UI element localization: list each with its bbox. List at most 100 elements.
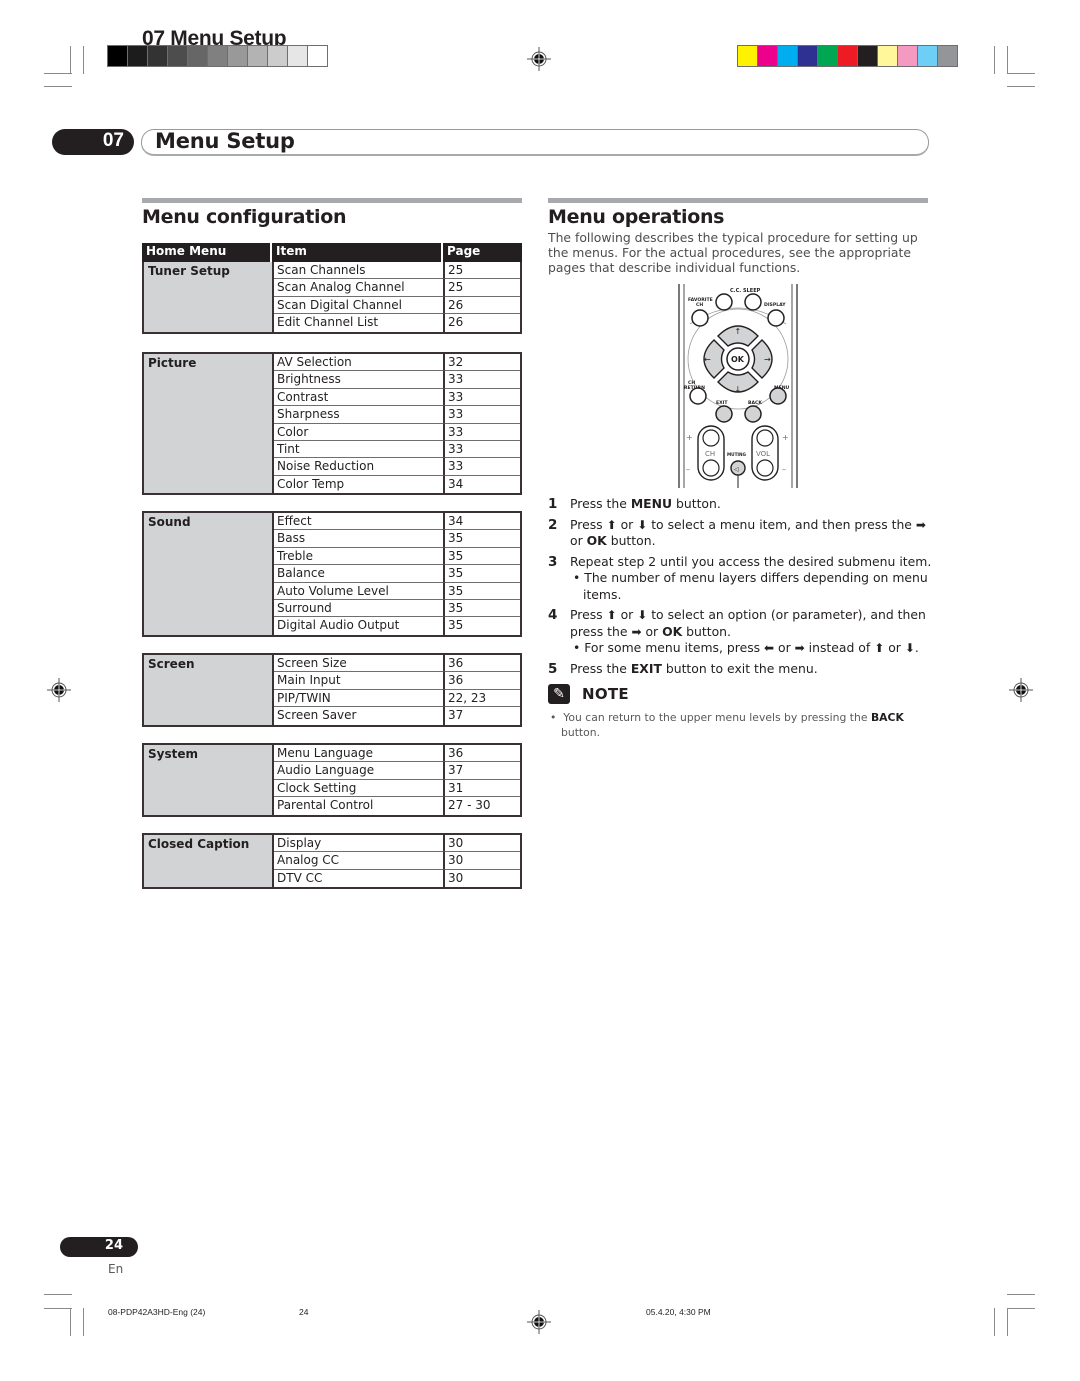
section-rule bbox=[548, 198, 928, 203]
menu-item-page: 26 bbox=[445, 297, 520, 315]
step-text: Press ⬆ or ⬇ to select an option (or par… bbox=[570, 607, 933, 657]
language-code: En bbox=[108, 1262, 124, 1276]
menu-item: Brightness bbox=[274, 371, 445, 389]
menu-item: Menu Language bbox=[274, 745, 445, 763]
chapter-number: 07 bbox=[102, 130, 124, 151]
menu-item: Bass bbox=[274, 530, 445, 548]
step-4: 4 Press ⬆ or ⬇ to select an option (or pa… bbox=[548, 607, 933, 657]
menu-operation-steps: 1 Press the MENU button. 2 Press ⬆ or ⬇ to … bbox=[548, 496, 933, 681]
down-arrow-icon: ↓ bbox=[735, 385, 742, 394]
menu-item: Screen Size bbox=[274, 655, 445, 673]
menu-item: PIP/TWIN bbox=[274, 689, 445, 708]
crop-mark bbox=[1007, 46, 1008, 74]
arrow-icon: ⬆ bbox=[606, 608, 617, 622]
mute-speaker-icon: ◁ bbox=[734, 466, 739, 473]
menu-item-page: 36 bbox=[445, 745, 520, 763]
menu-item: Color bbox=[274, 423, 445, 441]
crop-mark bbox=[1007, 86, 1035, 87]
step-number: 5 bbox=[548, 660, 558, 677]
gray-swatch bbox=[168, 46, 187, 66]
file-name: 08-PDP42A3HD-Eng (24) bbox=[108, 1307, 206, 1317]
menu-table-header: Home Menu Item Page bbox=[142, 243, 522, 262]
chapter-number-badge: 07 bbox=[52, 129, 134, 155]
menu-button bbox=[769, 387, 787, 405]
color-calibration-bar bbox=[737, 45, 958, 67]
menu-item: Digital Audio Output bbox=[274, 617, 445, 635]
step-text: Repeat step 2 until you access the desir… bbox=[570, 553, 932, 602]
menu-item-page: 34 bbox=[448, 476, 464, 491]
crop-mark bbox=[44, 1308, 72, 1309]
ch-label: CH bbox=[705, 450, 715, 458]
menu-item: Scan Analog Channel bbox=[274, 279, 445, 297]
crop-mark bbox=[44, 1294, 72, 1295]
menu-item-page: 33 bbox=[445, 371, 520, 389]
menu-item: Treble bbox=[274, 547, 445, 566]
menu-category: Sound bbox=[144, 513, 274, 635]
color-swatch bbox=[898, 46, 917, 66]
color-swatch bbox=[838, 46, 857, 66]
vol-label: VOL bbox=[756, 450, 770, 458]
menu-table-tuner-setup: Tuner Setup Scan Channels 25 Scan Analog Ch… bbox=[142, 262, 522, 334]
header-home-menu: Home Menu bbox=[142, 243, 272, 262]
menu-item: Scan Channels bbox=[274, 262, 445, 280]
crop-mark bbox=[83, 46, 84, 74]
right-arrow-icon: → bbox=[764, 355, 771, 364]
menu-item: AV Selection bbox=[274, 354, 445, 372]
arrow-icon: ➡ bbox=[794, 641, 805, 655]
menu-item: Color Temp bbox=[274, 475, 445, 494]
menu-item-page: 32 bbox=[445, 354, 520, 372]
crop-mark bbox=[1007, 1308, 1035, 1309]
note-text: • You can return to the upper menu level… bbox=[550, 711, 904, 739]
cc-label: C.C. bbox=[730, 288, 741, 294]
registration-mark-icon bbox=[527, 47, 551, 71]
step-number: 4 bbox=[548, 607, 558, 623]
ok-label: OK bbox=[731, 355, 745, 364]
menu-item: Surround bbox=[274, 599, 445, 618]
color-swatch bbox=[778, 46, 797, 66]
gray-swatch bbox=[228, 46, 247, 66]
menu-item-page: 27 - 30 bbox=[448, 798, 491, 813]
menu-item-page: 35 bbox=[445, 600, 520, 618]
menu-item-page: 35 bbox=[448, 618, 464, 633]
color-swatch bbox=[818, 46, 837, 66]
color-swatch bbox=[758, 46, 777, 66]
menu-item-page: 33 bbox=[445, 424, 520, 441]
crop-mark bbox=[44, 73, 72, 74]
menu-item-page: 35 bbox=[445, 583, 520, 600]
step-3: 3 Repeat step 2 until you access the desi… bbox=[548, 554, 933, 604]
gray-swatch bbox=[128, 46, 147, 66]
menu-item-page: 33 bbox=[445, 406, 520, 424]
grayscale-calibration-bar bbox=[107, 45, 328, 67]
gray-swatch bbox=[308, 46, 327, 66]
left-arrow-icon: ← bbox=[704, 355, 711, 364]
menu-item-page: 37 bbox=[448, 708, 464, 723]
arrow-icon: ⬆ bbox=[874, 641, 885, 655]
menu-category: Closed Caption bbox=[144, 835, 274, 888]
display-label: DISPLAY bbox=[764, 302, 786, 308]
favorite-ch-button bbox=[691, 309, 709, 327]
exit-label: EXIT bbox=[716, 400, 728, 406]
menu-item-page: 36 bbox=[445, 672, 520, 690]
menu-item-page: 26 bbox=[448, 315, 464, 330]
favorite-ch-label: CH bbox=[696, 302, 703, 308]
gray-swatch bbox=[268, 46, 287, 66]
color-swatch bbox=[858, 46, 877, 66]
crop-mark bbox=[1007, 1308, 1008, 1336]
vol-minus-label: – bbox=[782, 465, 786, 474]
menu-category: Picture bbox=[144, 354, 274, 494]
registration-mark-icon bbox=[527, 1310, 551, 1334]
sleep-button bbox=[744, 293, 762, 311]
menu-item-page: 35 bbox=[445, 530, 520, 548]
step-subnote: • The number of menu layers differs depe… bbox=[573, 570, 928, 602]
menu-item: Parental Control bbox=[274, 797, 445, 815]
chapter-title-bar: Menu Setup bbox=[141, 129, 929, 156]
header-page: Page bbox=[447, 244, 481, 258]
menu-category: Screen bbox=[144, 655, 274, 725]
chapter-title: Menu Setup bbox=[155, 129, 295, 153]
file-page: 24 bbox=[299, 1307, 309, 1317]
crop-mark bbox=[1007, 1294, 1035, 1295]
gray-swatch bbox=[148, 46, 167, 66]
step-1: 1 Press the MENU button. bbox=[548, 496, 933, 513]
arrow-icon: ⬇ bbox=[637, 608, 648, 622]
menu-table-system: System Menu Language 36 Audio Language 37 Clo… bbox=[142, 743, 522, 817]
